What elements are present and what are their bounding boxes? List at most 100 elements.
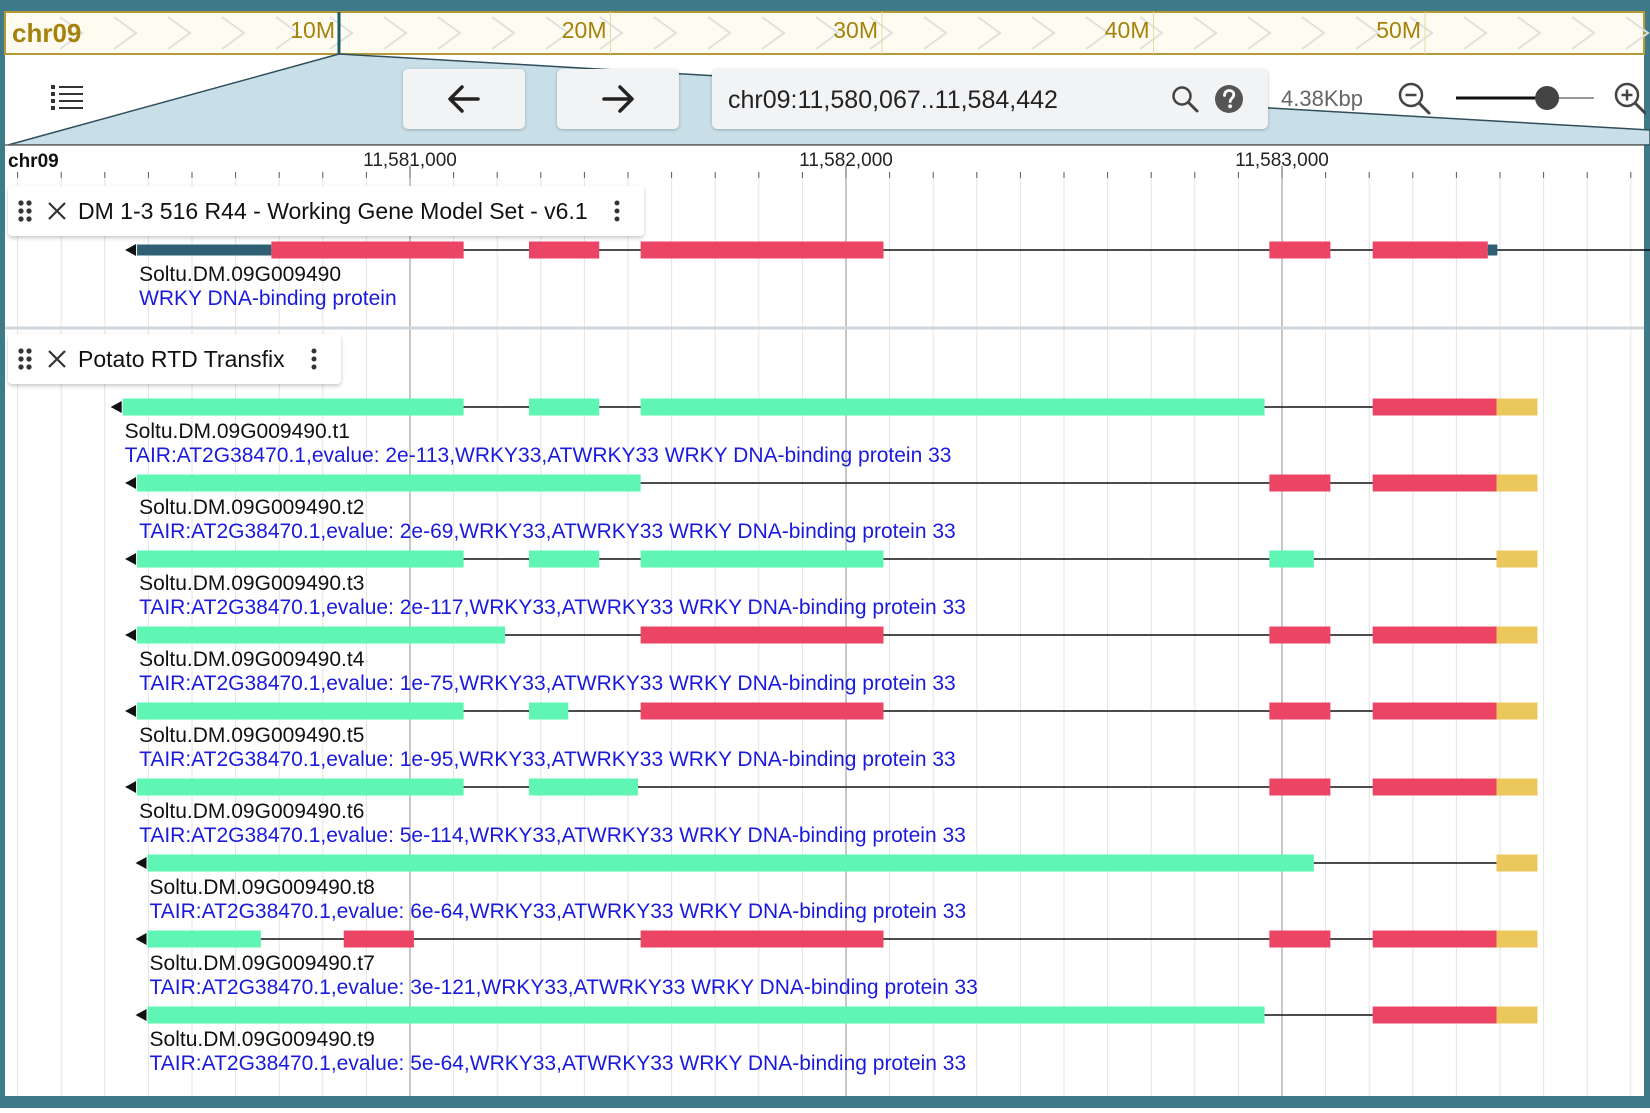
ruler-tick-label: 11,581,000: [363, 150, 457, 171]
zoom-in-button[interactable]: [1612, 80, 1646, 116]
exon-block-utr3: [1496, 702, 1538, 720]
exon-block-exon_nc: [529, 778, 639, 796]
ruler-chrom-label: chr09: [8, 151, 59, 172]
overview-tick-label: 40M: [1105, 17, 1150, 43]
exon-block-utr3: [1496, 1006, 1538, 1024]
zoom-out-button[interactable]: [1396, 80, 1432, 116]
exon-block-utr5: [137, 244, 272, 256]
transcript-name: Soltu.DM.09G009490.t6: [139, 800, 364, 823]
search-icon: [1172, 86, 1199, 113]
transcript-name: Soltu.DM.09G009490.t2: [139, 496, 364, 519]
strand-arrow-icon: [125, 629, 137, 641]
close-icon[interactable]: [42, 349, 72, 369]
exon-block-utr5: [1487, 244, 1498, 256]
transcript-feature[interactable]: Soltu.DM.09G009490.t9TAIR:AT2G38470.1,ev…: [135, 1006, 1538, 1076]
exon-block-cds: [1269, 930, 1331, 948]
track-label-gene-models: DM 1-3 516 R44 - Working Gene Model Set …: [8, 186, 644, 236]
exon-block-cds: [1269, 778, 1331, 796]
transcript-name: Soltu.DM.09G009490.t7: [150, 952, 375, 975]
transcript-description: TAIR:AT2G38470.1,evalue: 2e-117,WRKY33,A…: [139, 596, 966, 619]
genome-browser: 10M 20M 30M 40M 50M chr09 11,581,000 11,582,0…: [0, 0, 1650, 1108]
list-icon: [51, 85, 83, 110]
exon-block-cds: [1372, 398, 1497, 416]
exon-block-exon_nc: [137, 626, 506, 644]
strand-arrow-icon: [125, 477, 137, 489]
track-selector-button[interactable]: [46, 78, 88, 118]
track-label-rtd-transfix: Potato RTD Transfix: [8, 334, 341, 384]
exon-block-utr3: [1496, 398, 1538, 416]
transcript-name: Soltu.DM.09G009490.t9: [150, 1028, 375, 1051]
location-input[interactable]: [726, 81, 1150, 119]
exon-block-exon_nc: [147, 854, 1314, 872]
exon-block-cds: [640, 930, 884, 948]
exon-block-cds: [640, 702, 884, 720]
transcript-description: TAIR:AT2G38470.1,evalue: 2e-69,WRKY33,AT…: [139, 520, 956, 543]
drag-handle-icon[interactable]: [8, 199, 42, 223]
transcript-feature[interactable]: Soltu.DM.09G009490WRKY DNA-binding prote…: [125, 241, 1650, 311]
arrow-right-icon: [602, 85, 634, 113]
bottom-border: [0, 1096, 1650, 1108]
exon-block-utr3: [1496, 778, 1538, 796]
drag-handle-icon[interactable]: [8, 347, 42, 371]
exon-block-cds: [1372, 1006, 1497, 1024]
transcript-feature[interactable]: Soltu.DM.09G009490.t8TAIR:AT2G38470.1,ev…: [135, 854, 1538, 924]
transcript-description: TAIR:AT2G38470.1,evalue: 1e-75,WRKY33,AT…: [139, 672, 956, 695]
transcript-description: TAIR:AT2G38470.1,evalue: 5e-114,WRKY33,A…: [139, 824, 966, 847]
overview-tick-label: 30M: [833, 17, 878, 43]
forward-button[interactable]: [557, 69, 679, 129]
help-button[interactable]: [1214, 84, 1244, 114]
back-button[interactable]: [403, 69, 525, 129]
help-icon: [1215, 85, 1243, 113]
zoom-slider[interactable]: [1456, 86, 1594, 110]
overview-tick-label: 10M: [290, 17, 335, 43]
scale-ruler[interactable]: 11,581,000 11,582,000 11,583,000 chr09: [5, 144, 1644, 178]
strand-arrow-icon: [125, 244, 137, 256]
strand-arrow-icon: [135, 933, 147, 945]
transcript-name: Soltu.DM.09G009490.t5: [139, 724, 364, 747]
exon-block-cds: [640, 626, 884, 644]
transcript-description: WRKY DNA-binding protein: [139, 287, 397, 310]
search-button[interactable]: [1170, 84, 1200, 114]
zoom-in-icon: [1614, 82, 1646, 115]
transcript-description: TAIR:AT2G38470.1,evalue: 1e-95,WRKY33,AT…: [139, 748, 956, 771]
top-bar: [0, 0, 1650, 12]
close-icon[interactable]: [42, 201, 72, 221]
location-search-box: [712, 69, 1268, 129]
strand-arrow-icon: [135, 1009, 147, 1021]
exon-block-cds: [1372, 702, 1497, 720]
exon-block-utr3: [1496, 474, 1538, 492]
right-border: [1644, 0, 1650, 1108]
overview-tick-label: 20M: [562, 17, 607, 43]
zoom-slider-thumb[interactable]: [1535, 86, 1560, 110]
exon-block-exon_nc: [640, 398, 1265, 416]
transcript-feature[interactable]: Soltu.DM.09G009490.t7TAIR:AT2G38470.1,ev…: [135, 930, 1538, 1000]
exon-block-exon_nc: [137, 474, 641, 492]
transcript-description: TAIR:AT2G38470.1,evalue: 2e-113,WRKY33,A…: [125, 444, 952, 467]
exon-block-exon_nc: [1269, 550, 1314, 568]
arrow-left-icon: [448, 85, 480, 113]
strand-arrow-icon: [125, 705, 137, 717]
exon-block-exon_nc: [122, 398, 464, 416]
exon-block-exon_nc: [137, 702, 464, 720]
exon-block-exon_nc: [640, 550, 884, 568]
track-title: Potato RTD Transfix: [78, 345, 285, 372]
transcript-name: Soltu.DM.09G009490.t3: [139, 572, 364, 595]
kebab-menu-icon[interactable]: [602, 199, 632, 223]
transcript-name: Soltu.DM.09G009490.t1: [125, 420, 350, 443]
features-layer: Soltu.DM.09G009490WRKY DNA-binding prote…: [110, 241, 1650, 1076]
overview-bar[interactable]: 10M 20M 30M 40M 50M chr09: [4, 11, 1650, 55]
exon-block-cds: [1269, 241, 1331, 259]
strand-arrow-icon: [125, 781, 137, 793]
strand-arrow-icon: [135, 857, 147, 869]
exon-block-cds: [343, 930, 414, 948]
exon-block-cds: [529, 241, 600, 259]
transcript-feature[interactable]: Soltu.DM.09G009490.t1TAIR:AT2G38470.1,ev…: [110, 398, 1538, 468]
ruler-tick-label: 11,583,000: [1235, 150, 1329, 171]
kebab-menu-icon[interactable]: [299, 347, 329, 371]
exon-block-cds: [1269, 626, 1331, 644]
transcript-description: TAIR:AT2G38470.1,evalue: 5e-64,WRKY33,AT…: [150, 1052, 967, 1075]
overview-tick-label: 50M: [1376, 17, 1421, 43]
exon-block-exon_nc: [529, 702, 569, 720]
exon-block-cds: [1372, 626, 1497, 644]
exon-block-cds: [640, 241, 884, 259]
